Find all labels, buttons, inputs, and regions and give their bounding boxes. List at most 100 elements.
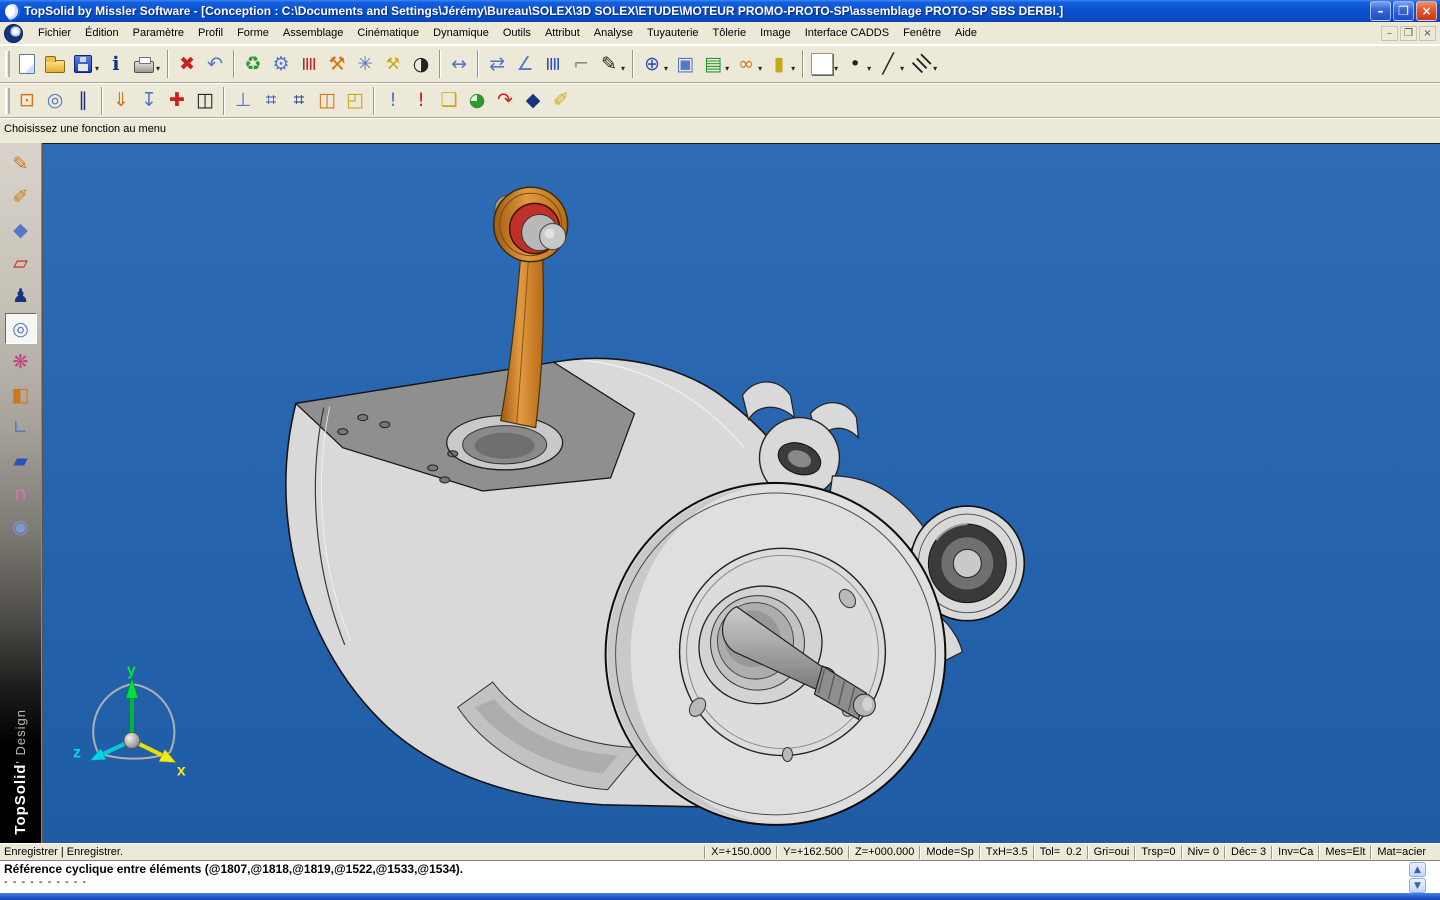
rivet-on-surface-button[interactable]: ⊥ bbox=[229, 87, 257, 115]
pie-report-button[interactable]: ◕ bbox=[463, 87, 491, 115]
fit-view-button[interactable]: ▣ bbox=[671, 50, 699, 78]
menu-outils[interactable]: Outils bbox=[496, 24, 538, 42]
cylinder-dropdown[interactable]: ▾ bbox=[791, 64, 795, 73]
status-y[interactable]: Y=+162.500 bbox=[783, 846, 843, 858]
print-button[interactable] bbox=[130, 50, 158, 78]
glasses-dropdown[interactable]: ▾ bbox=[758, 64, 762, 73]
open-file-button[interactable] bbox=[41, 50, 69, 78]
parameters-sliders-button[interactable]: ≣ bbox=[295, 50, 323, 78]
scroll-up-button[interactable]: ▲ bbox=[1409, 862, 1426, 877]
rebuild-hammer-button[interactable]: ⚒ bbox=[323, 50, 351, 78]
add-component-button[interactable]: ✚ bbox=[163, 87, 191, 115]
save-button[interactable] bbox=[69, 50, 97, 78]
sidebar-surface-button[interactable]: ▱ bbox=[5, 247, 37, 278]
renumber-button[interactable]: ↷ bbox=[491, 87, 519, 115]
glasses-render-button[interactable]: ∞ bbox=[732, 50, 760, 78]
folded-sheet-button[interactable]: ◰ bbox=[341, 87, 369, 115]
menu-tolerie[interactable]: Tôlerie bbox=[706, 24, 754, 42]
zoom-dropdown[interactable]: ▾ bbox=[664, 64, 668, 73]
image-view-button[interactable]: ▤ bbox=[699, 50, 727, 78]
color-swatch-button[interactable] bbox=[808, 50, 836, 78]
plate-assembly-button[interactable]: ⌗ bbox=[257, 87, 285, 115]
hatch-style-button[interactable]: ☰ bbox=[901, 44, 941, 84]
include-component-button[interactable]: ⊡ bbox=[13, 87, 41, 115]
check-collision-button[interactable]: ! bbox=[407, 87, 435, 115]
menu-image[interactable]: Image bbox=[753, 24, 798, 42]
status-grid[interactable]: Gri=oui bbox=[1094, 846, 1130, 858]
bom-label-button[interactable]: ❑ bbox=[435, 87, 463, 115]
mdi-minimize-button[interactable]: – bbox=[1381, 26, 1398, 41]
status-tol[interactable]: Tol= 0.2 bbox=[1040, 846, 1082, 858]
plate-through-button[interactable]: ⌗ bbox=[285, 87, 313, 115]
menu-attribut[interactable]: Attribut bbox=[538, 24, 587, 42]
menu-tuyauterie[interactable]: Tuyauterie bbox=[640, 24, 706, 42]
sidebar-piping-button[interactable]: ∟ bbox=[5, 412, 37, 443]
sidebar-attributes-button[interactable]: ❋ bbox=[5, 346, 37, 377]
sidebar-plate-button[interactable]: ▰ bbox=[5, 445, 37, 476]
restore-button[interactable]: ❐ bbox=[1393, 1, 1414, 21]
menu-fichier[interactable]: Fichier bbox=[31, 24, 78, 42]
status-inv[interactable]: Inv=Ca bbox=[1278, 846, 1313, 858]
status-z[interactable]: Z=+000.000 bbox=[855, 846, 914, 858]
status-x[interactable]: X=+150.000 bbox=[711, 846, 771, 858]
menu-aide[interactable]: Aide bbox=[948, 24, 984, 42]
measure-origin-button[interactable]: ↔ bbox=[445, 50, 473, 78]
menu-profil[interactable]: Profil bbox=[191, 24, 230, 42]
sidebar-mold-button[interactable]: ∩ bbox=[5, 478, 37, 509]
bolting-button[interactable]: ∥ bbox=[69, 87, 97, 115]
menu-assemblage[interactable]: Assemblage bbox=[276, 24, 351, 42]
ring-tool-button[interactable]: ◑ bbox=[407, 50, 435, 78]
sidebar-piston-button[interactable]: ♟ bbox=[5, 280, 37, 311]
menu-interface-cadds[interactable]: Interface CADDS bbox=[798, 24, 896, 42]
menu-parametre[interactable]: Paramètre bbox=[126, 24, 191, 42]
cad-model-canvas[interactable]: y x z bbox=[43, 144, 1440, 843]
undo-button[interactable]: ↶ bbox=[201, 50, 229, 78]
mdi-restore-button[interactable]: ❐ bbox=[1400, 26, 1417, 41]
sidebar-render-button[interactable]: ◉ bbox=[5, 511, 37, 542]
small-hammer-button[interactable]: ⚒ bbox=[379, 50, 407, 78]
menu-dynamique[interactable]: Dynamique bbox=[426, 24, 496, 42]
status-decimals[interactable]: Déc= 3 bbox=[1231, 846, 1266, 858]
hook-tool-button[interactable]: ⌐ bbox=[567, 50, 595, 78]
measure-angle-button[interactable]: ∠ bbox=[511, 50, 539, 78]
menu-cinematique[interactable]: Cinématique bbox=[350, 24, 426, 42]
edit-folder-button[interactable]: ✐ bbox=[547, 87, 575, 115]
menu-forme[interactable]: Forme bbox=[230, 24, 276, 42]
modify-tool-button[interactable]: ⚙ bbox=[267, 50, 295, 78]
sidebar-assembly-button[interactable]: ◎ bbox=[5, 313, 37, 344]
image-view-dropdown[interactable]: ▾ bbox=[725, 64, 729, 73]
status-material[interactable]: Mat=acier bbox=[1377, 846, 1426, 858]
close-button[interactable]: × bbox=[1416, 1, 1437, 21]
export-part-button[interactable]: ◆ bbox=[519, 87, 547, 115]
scroll-down-button[interactable]: ▼ bbox=[1409, 878, 1426, 893]
point-style-button[interactable]: • bbox=[841, 50, 869, 78]
color-dropdown[interactable]: ▾ bbox=[834, 64, 838, 73]
sidebar-solid-button[interactable]: ◆ bbox=[5, 214, 37, 245]
smash-button[interactable]: ✳ bbox=[351, 50, 379, 78]
menu-analyse[interactable]: Analyse bbox=[587, 24, 640, 42]
viewport-3d[interactable]: y x z bbox=[42, 143, 1440, 843]
dimension-sliders-button[interactable]: ≣ bbox=[539, 50, 567, 78]
new-document-button[interactable] bbox=[13, 50, 41, 78]
toolbar-grip[interactable] bbox=[5, 88, 10, 114]
mdi-close-button[interactable]: × bbox=[1419, 26, 1436, 41]
sidebar-sketch-button[interactable]: ✎ bbox=[5, 148, 37, 179]
measure-arrows-button[interactable]: ⇄ bbox=[483, 50, 511, 78]
plate-pin-button[interactable]: ◫ bbox=[313, 87, 341, 115]
concentric-constraint-button[interactable]: ◎ bbox=[41, 87, 69, 115]
point-style-dropdown[interactable]: ▾ bbox=[867, 64, 871, 73]
cylinder-display-button[interactable]: ▮ bbox=[765, 50, 793, 78]
status-txh[interactable]: TxH=3.5 bbox=[986, 846, 1028, 858]
place-component-button[interactable]: ↧ bbox=[135, 87, 163, 115]
check-constraint-button[interactable]: ! bbox=[379, 87, 407, 115]
minimize-button[interactable]: – bbox=[1370, 1, 1391, 21]
toolbar-grip[interactable] bbox=[5, 51, 10, 77]
status-mode[interactable]: Mode=Sp bbox=[926, 846, 973, 858]
sidebar-sketch3d-button[interactable]: ✐ bbox=[5, 181, 37, 212]
insert-component-button[interactable]: ⇓ bbox=[107, 87, 135, 115]
edit-element-button[interactable]: ♻ bbox=[239, 50, 267, 78]
line-style-button[interactable]: ╱ bbox=[874, 50, 902, 78]
annotate-pencil-button[interactable]: ✎ bbox=[595, 50, 623, 78]
menu-edition[interactable]: Édition bbox=[78, 24, 126, 42]
save-dropdown[interactable]: ▾ bbox=[95, 64, 99, 73]
